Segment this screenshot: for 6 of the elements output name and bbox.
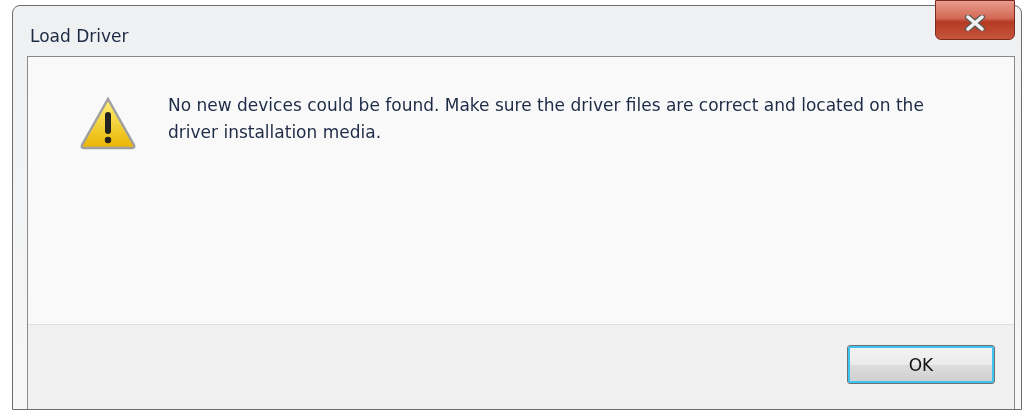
ok-button[interactable]: OK (847, 345, 995, 384)
close-button[interactable] (935, 0, 1015, 40)
message-text: No new devices could be found. Make sure the driver files are correct and located on the driver installation media. (168, 94, 925, 144)
window-title: Load Driver (30, 26, 129, 46)
close-icon (964, 15, 986, 31)
warning-icon (78, 95, 138, 151)
